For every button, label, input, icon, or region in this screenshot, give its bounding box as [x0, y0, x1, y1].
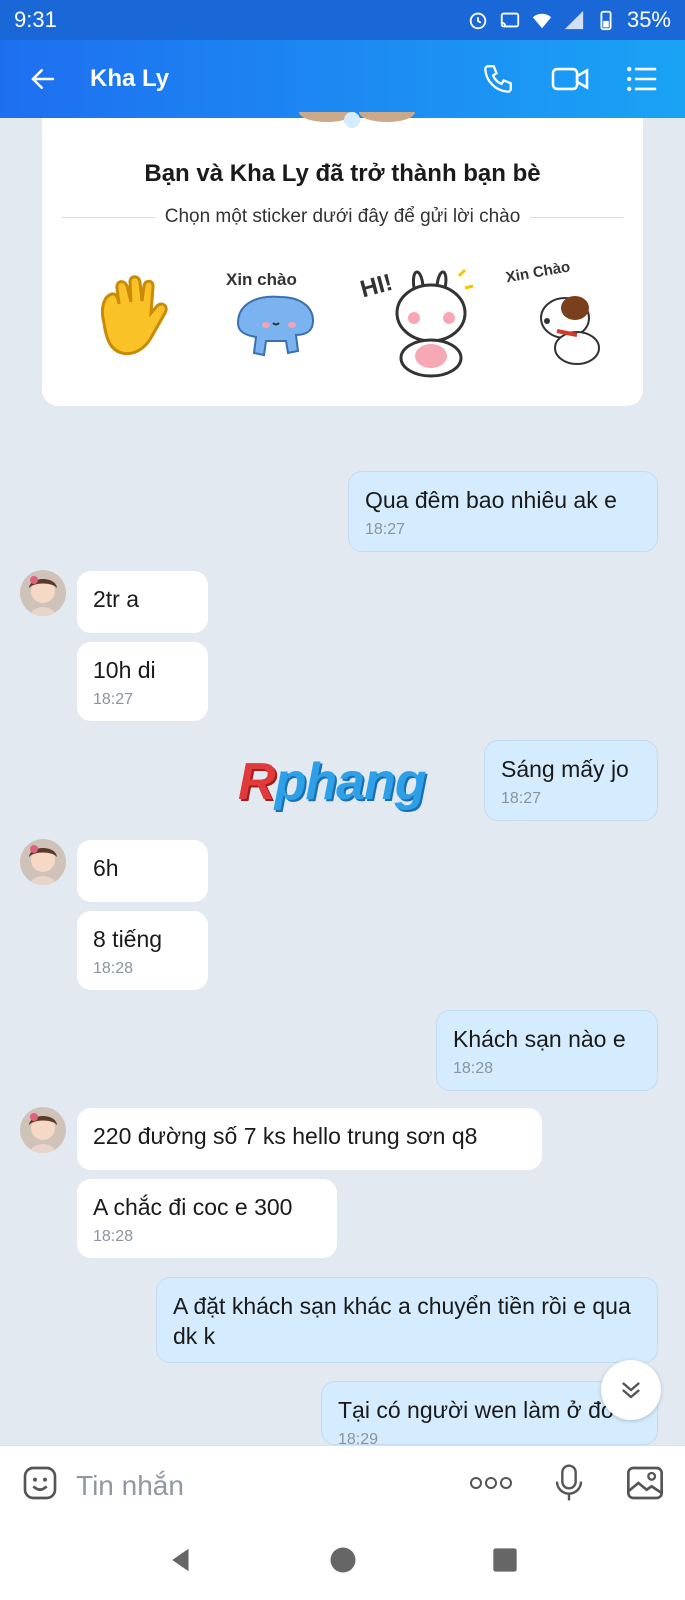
bunny-sticker-text: HI!: [359, 269, 395, 303]
sticker-hi-bunny[interactable]: HI!: [359, 258, 479, 378]
voice-message-button[interactable]: [553, 1463, 585, 1508]
message-bubble-out[interactable]: Khách sạn nào e 18:28: [436, 1010, 658, 1091]
more-dots-icon: [470, 1477, 512, 1489]
friend-subtitle: Chọn một sticker dưới đây để gửi lời chà…: [164, 206, 521, 227]
sticker-xin-chao-cat[interactable]: Xin chào: [216, 258, 336, 378]
double-chevron-down-icon: [622, 1382, 640, 1399]
message-bubble-in[interactable]: 8 tiếng 18:28: [77, 911, 208, 990]
contact-avatar[interactable]: [20, 570, 66, 616]
scroll-to-bottom-button[interactable]: [601, 1360, 661, 1420]
message-text: A đặt khách sạn khác a chuyển tiền rồi e…: [173, 1293, 631, 1349]
message-time: 18:28: [93, 1227, 134, 1245]
triangle-back-icon: [172, 1548, 189, 1572]
divider: [62, 216, 155, 218]
status-bar: 9:31 35%: [0, 0, 685, 40]
contact-name[interactable]: Kha Ly: [90, 65, 473, 93]
message-time: 18:27: [93, 690, 134, 708]
sticker-row: Xin chào HI! Xin Chào: [72, 258, 623, 378]
nav-back-button[interactable]: [166, 1545, 196, 1580]
message-text: 2tr a: [93, 586, 140, 612]
more-options-button[interactable]: [469, 1476, 513, 1495]
emoji-icon: [23, 1466, 57, 1500]
message-input[interactable]: Tin nhắn: [76, 1470, 469, 1502]
waving-hand-icon: [100, 275, 168, 356]
back-button[interactable]: [12, 40, 74, 118]
chat-header: Kha Ly: [0, 40, 685, 118]
message-text: Qua đêm bao nhiêu ak e: [365, 487, 617, 513]
message-bubble-out[interactable]: Sáng mấy jo 18:27: [484, 740, 658, 821]
video-camera-icon: [551, 67, 589, 91]
wifi-icon: [532, 13, 552, 29]
image-picker-button[interactable]: [625, 1464, 665, 1507]
phone-icon: [484, 65, 512, 93]
circle-home-icon: [330, 1547, 356, 1573]
message-bubble-in[interactable]: 2tr a: [77, 571, 208, 633]
battery-icon: [600, 10, 612, 31]
message-time: 18:27: [501, 789, 542, 807]
list-menu-icon: [627, 66, 657, 92]
watermark-letter: R: [238, 753, 276, 811]
message-time: 18:28: [93, 959, 134, 977]
message-bubble-in[interactable]: A chắc đi coc e 300 18:28: [77, 1179, 337, 1258]
contact-avatar[interactable]: [20, 1107, 66, 1153]
message-text: 10h di: [93, 657, 156, 683]
message-text: 8 tiếng: [93, 926, 163, 952]
microphone-icon: [555, 1464, 583, 1501]
image-icon: [627, 1466, 663, 1500]
menu-button[interactable]: [617, 54, 667, 104]
message-text: Sáng mấy jo: [501, 756, 629, 782]
message-input-bar: Tin nhắn: [0, 1445, 685, 1525]
alarm-icon: [469, 12, 487, 30]
bunny-sticker-icon: HI!: [359, 269, 474, 378]
watermark-text: phang: [274, 753, 427, 811]
message-time: 18:27: [365, 520, 406, 538]
cat-sticker-icon: Xin chào: [226, 270, 315, 357]
message-bubble-in[interactable]: 220 đường số 7 ks hello trung sơn q8: [77, 1108, 542, 1170]
contact-avatar[interactable]: [20, 839, 66, 885]
message-text: Tại có người wen làm ở đó: [338, 1397, 614, 1423]
avatar-icon: [20, 839, 66, 885]
avatar-icon: [20, 570, 66, 616]
status-time: 9:31: [14, 7, 57, 32]
message-text: 220 đường số 7 ks hello trung sơn q8: [93, 1123, 478, 1149]
square-recents-icon: [493, 1548, 517, 1572]
dog-sticker-text: Xin Chào: [505, 263, 571, 286]
system-nav-bar: [0, 1525, 685, 1600]
message-bubble-out[interactable]: Qua đêm bao nhiêu ak e 18:27: [348, 471, 658, 552]
video-call-button[interactable]: [545, 54, 595, 104]
status-icons: 35%: [467, 7, 671, 33]
message-text: 6h: [93, 855, 119, 881]
sticker-xin-chao-dog[interactable]: Xin Chào: [503, 258, 623, 378]
friend-title: Bạn và Kha Ly đã trở thành bạn bè: [144, 160, 541, 187]
divider: [530, 216, 624, 218]
signal-icon: [564, 10, 584, 30]
message-time: 18:28: [453, 1059, 494, 1077]
message-bubble-in[interactable]: 6h: [77, 840, 208, 902]
watermark-logo: Rphang: [238, 752, 427, 812]
sticker-wave-hand[interactable]: [72, 258, 192, 378]
voice-call-button[interactable]: [473, 54, 523, 104]
dog-sticker-icon: Xin Chào: [505, 263, 601, 365]
battery-percent: 35%: [626, 7, 671, 32]
cat-sticker-text: Xin chào: [226, 270, 297, 289]
cast-icon: [500, 12, 520, 28]
message-text: Khách sạn nào e: [453, 1026, 626, 1052]
avatar-peek-icon: [299, 112, 415, 128]
message-time: 18:29: [338, 1430, 379, 1445]
nav-recents-button[interactable]: [491, 1546, 519, 1579]
nav-home-button[interactable]: [328, 1545, 358, 1580]
friend-card: Bạn và Kha Ly đã trở thành bạn bè Chọn m…: [42, 112, 643, 406]
message-bubble-in[interactable]: 10h di 18:27: [77, 642, 208, 721]
emoji-button[interactable]: [20, 1463, 60, 1508]
message-text: A chắc đi coc e 300: [93, 1194, 293, 1220]
back-arrow-icon: [31, 69, 55, 89]
message-bubble-out[interactable]: A đặt khách sạn khác a chuyển tiền rồi e…: [156, 1277, 658, 1363]
avatar-icon: [20, 1107, 66, 1153]
